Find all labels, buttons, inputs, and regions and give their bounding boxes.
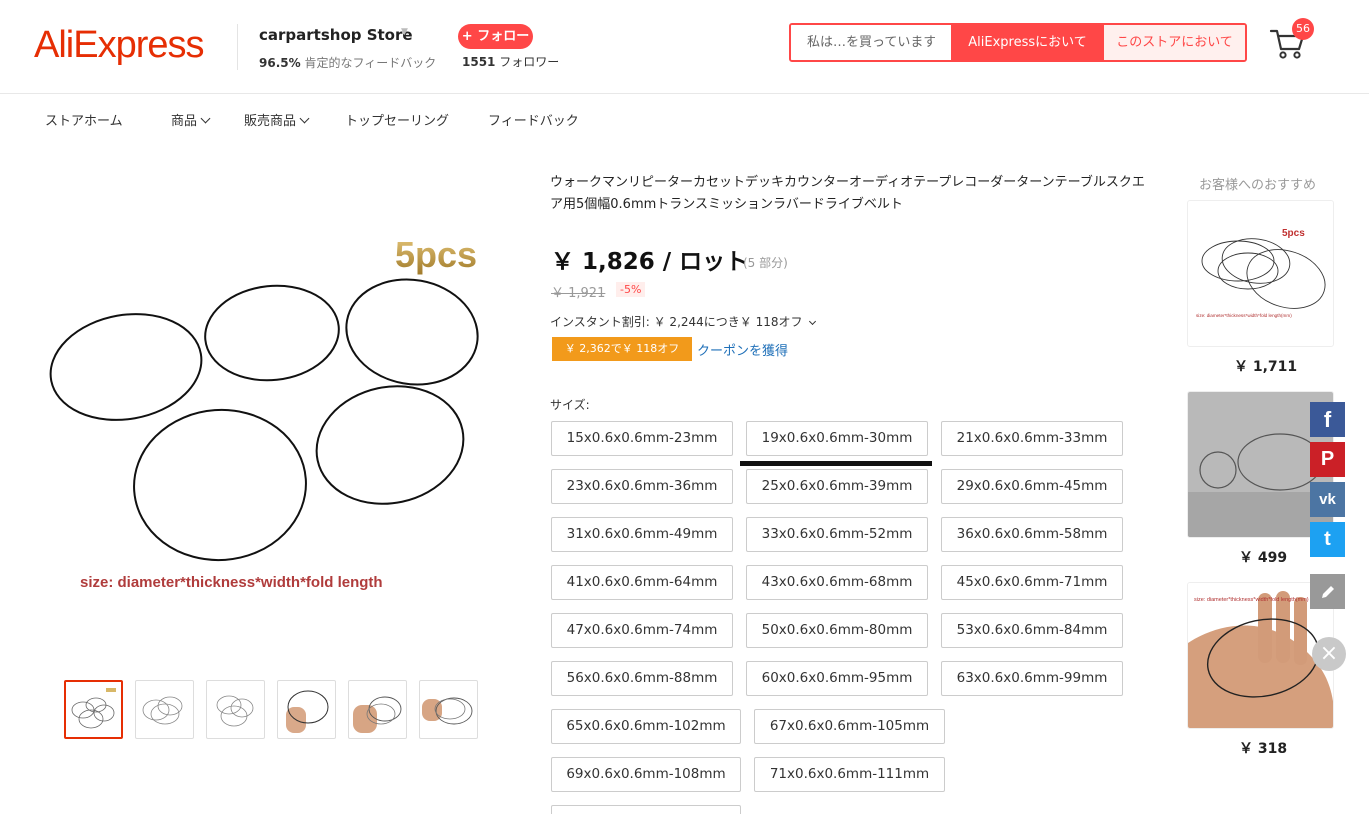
product-title: ウォークマンリピーターカセットデッキカウンターオーディオテープレコーダーターンテ…: [550, 175, 1145, 212]
rec-badge-text: 5pcs: [1282, 228, 1305, 239]
chevron-down-icon: [200, 113, 211, 124]
chevron-down-icon: [809, 317, 817, 326]
price-units: (5 部分): [743, 256, 788, 270]
size-option[interactable]: 47x0.6x0.6mm-74mm: [551, 613, 733, 648]
thumbnail[interactable]: [206, 680, 265, 739]
size-option[interactable]: 63x0.6x0.6mm-99mm: [941, 661, 1123, 696]
aliexpress-logo[interactable]: AliExpress: [34, 24, 204, 67]
vk-share-icon[interactable]: vk: [1310, 482, 1345, 517]
nav-products[interactable]: 商品: [171, 110, 211, 129]
twitter-glyph: t: [1324, 528, 1331, 550]
pinterest-glyph: P: [1320, 448, 1335, 470]
size-option[interactable]: 50x0.6x0.6mm-80mm: [746, 613, 928, 648]
discount-badge: -5%: [616, 282, 646, 297]
nav-top-selling[interactable]: トップセーリング: [345, 110, 449, 129]
instant-discount[interactable]: インスタント割引: ￥ 2,244につき￥ 118オフ: [550, 313, 817, 330]
nav-sale-items[interactable]: 販売商品: [244, 110, 310, 129]
vk-glyph: vk: [1319, 491, 1336, 508]
followers-label: フォロワー: [499, 55, 560, 69]
coupon-badge: ￥ 2,362で￥ 118オフ: [552, 337, 692, 361]
nav-label: 販売商品: [244, 114, 297, 129]
pinterest-share-icon[interactable]: P: [1310, 442, 1345, 477]
rec-caption: size: diameter*thickness*width*fold leng…: [1194, 597, 1309, 603]
follow-button[interactable]: + フォロー: [458, 24, 533, 49]
close-icon[interactable]: ×: [1312, 637, 1346, 671]
thumbnail[interactable]: [135, 680, 194, 739]
chevron-down-icon: [299, 113, 310, 124]
size-option[interactable]: 71x0.6x0.6mm-111mm: [754, 757, 945, 792]
search-aliexpress-button[interactable]: AliExpressにおいて: [951, 25, 1104, 60]
nav-label: フィードバック: [488, 114, 579, 129]
recommended-price: ￥ 1,711: [1234, 359, 1298, 375]
store-feedback: 96.5% 肯定的なフィードバック: [259, 54, 436, 71]
size-option[interactable]: 69x0.6x0.6mm-108mm: [551, 757, 741, 792]
selection-underline: [740, 461, 932, 466]
size-label: サイズ:: [550, 398, 590, 412]
size-option[interactable]: 36x0.6x0.6mm-58mm: [941, 517, 1123, 552]
followers: 1551 フォロワー: [462, 53, 559, 70]
size-option[interactable]: 19x0.6x0.6mm-30mm: [746, 421, 928, 456]
size-option[interactable]: 29x0.6x0.6mm-45mm: [941, 469, 1123, 504]
thumbnail-strip: [64, 680, 478, 739]
divider: [237, 24, 238, 70]
followers-count: 1551: [462, 55, 496, 69]
recommendations-title: お客様へのおすすめ: [1199, 178, 1317, 193]
nav-store-home[interactable]: ストアホーム: [45, 110, 123, 129]
main-product-image[interactable]: 5pcs size: diameter*thickness*width*fold…: [40, 215, 500, 615]
thumbnail[interactable]: [419, 680, 478, 739]
search-store-button[interactable]: このストアにおいて: [1104, 25, 1245, 60]
recommended-price: ￥ 318: [1239, 741, 1288, 757]
get-coupon-link[interactable]: クーポンを獲得: [697, 340, 788, 359]
rec-caption: size: diameter*thickness*width*fold leng…: [1196, 313, 1292, 318]
size-option[interactable]: 45x0.6x0.6mm-71mm: [941, 565, 1123, 600]
search-input[interactable]: [791, 25, 951, 60]
thumbnail[interactable]: [277, 680, 336, 739]
twitter-share-icon[interactable]: t: [1310, 522, 1345, 557]
size-option[interactable]: 25x0.6x0.6mm-39mm: [746, 469, 928, 504]
nav-label: ストアホーム: [45, 114, 123, 129]
facebook-glyph: f: [1323, 406, 1332, 432]
size-option[interactable]: 31x0.6x0.6mm-49mm: [551, 517, 733, 552]
feedback-label: 肯定的なフィードバック: [304, 56, 437, 70]
search-bar: AliExpressにおいて このストアにおいて: [789, 23, 1247, 62]
size-option-partial[interactable]: [551, 805, 741, 814]
product-price: ￥ 1,826 / ロット: [551, 249, 749, 275]
size-option[interactable]: 43x0.6x0.6mm-68mm: [746, 565, 928, 600]
original-price: ￥ 1,921: [551, 286, 606, 301]
size-option[interactable]: 56x0.6x0.6mm-88mm: [551, 661, 733, 696]
recommended-product[interactable]: 5pcs size: diameter*thickness*width*fold…: [1187, 200, 1334, 347]
store-name[interactable]: carpartshop Store: [259, 26, 413, 44]
thumbnail[interactable]: [64, 680, 123, 739]
caret-down-icon[interactable]: ▼: [401, 27, 408, 37]
nav-feedback[interactable]: フィードバック: [488, 110, 579, 129]
size-option[interactable]: 23x0.6x0.6mm-36mm: [551, 469, 733, 504]
cart-count-badge: 56: [1292, 18, 1314, 40]
pcs-badge-text: 5pcs: [395, 234, 477, 275]
store-nav: ストアホーム 商品 販売商品 トップセーリング フィードバック: [0, 94, 1369, 144]
thumbnail[interactable]: [348, 680, 407, 739]
nav-label: 商品: [171, 114, 198, 129]
size-caption: size: diameter*thickness*width*fold leng…: [80, 574, 383, 591]
size-option[interactable]: 41x0.6x0.6mm-64mm: [551, 565, 733, 600]
recommended-price: ￥ 499: [1239, 550, 1288, 566]
feedback-percent: 96.5%: [259, 56, 301, 70]
size-option[interactable]: 33x0.6x0.6mm-52mm: [746, 517, 928, 552]
size-option[interactable]: 67x0.6x0.6mm-105mm: [754, 709, 945, 744]
size-option[interactable]: 65x0.6x0.6mm-102mm: [551, 709, 741, 744]
facebook-share-icon[interactable]: f: [1310, 402, 1345, 437]
edit-icon[interactable]: [1310, 574, 1345, 609]
nav-label: トップセーリング: [345, 114, 450, 129]
size-option[interactable]: 21x0.6x0.6mm-33mm: [941, 421, 1123, 456]
instant-discount-label: インスタント割引: ￥ 2,244につき￥ 118オフ: [550, 315, 803, 329]
size-option[interactable]: 15x0.6x0.6mm-23mm: [551, 421, 733, 456]
size-option[interactable]: 53x0.6x0.6mm-84mm: [941, 613, 1123, 648]
size-option[interactable]: 60x0.6x0.6mm-95mm: [746, 661, 928, 696]
header: AliExpress carpartshop Store ▼ 96.5% 肯定的…: [0, 0, 1369, 94]
